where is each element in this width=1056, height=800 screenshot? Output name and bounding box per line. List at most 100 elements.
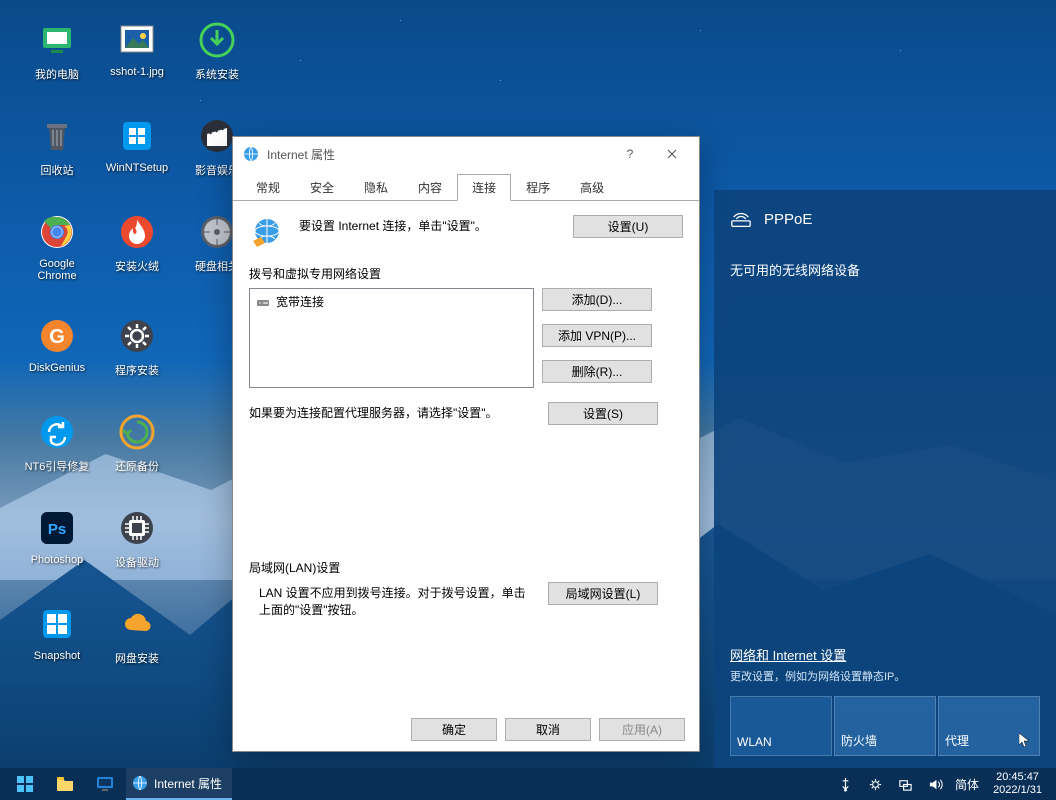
- icon-label: Photoshop: [31, 554, 84, 566]
- help-button[interactable]: ?: [609, 140, 651, 168]
- icon-label: 我的电脑: [35, 66, 79, 82]
- tab-内容[interactable]: 内容: [403, 174, 457, 201]
- add-vpn-button[interactable]: 添加 VPN(P)...: [542, 324, 652, 347]
- connection-item-label: 宽带连接: [276, 293, 324, 310]
- dialup-icon: [730, 208, 752, 230]
- icon-label: 回收站: [41, 162, 74, 178]
- cursor-icon: [1019, 733, 1031, 749]
- svg-text:Ps: Ps: [48, 521, 66, 538]
- bin-icon: [37, 116, 77, 156]
- connection-item[interactable]: 宽带连接: [252, 291, 531, 312]
- explorer-button[interactable]: [46, 768, 84, 800]
- desktop-icon-程序安装[interactable]: 程序安装: [98, 314, 176, 380]
- add-button[interactable]: 添加(D)...: [542, 288, 652, 311]
- remove-button[interactable]: 删除(R)...: [542, 360, 652, 383]
- icon-label: sshot-1.jpg: [110, 66, 164, 78]
- icon-label: 网盘安装: [115, 650, 159, 666]
- flyout-tiles: WLAN 防火墙 代理: [730, 696, 1040, 756]
- arrow-down-icon: [197, 20, 237, 60]
- folder-icon: [56, 776, 74, 792]
- desktop: 我的电脑sshot-1.jpg系统安装回收站WinNTSetup影音娱乐Goog…: [0, 0, 1056, 800]
- icon-label: NT6引导修复: [25, 458, 90, 474]
- lan-section-label: 局域网(LAN)设置: [249, 559, 683, 576]
- settings-button[interactable]: 设置(S): [548, 402, 658, 425]
- restore-icon: [117, 412, 157, 452]
- taskbar-task-internet-properties[interactable]: Internet 属性: [126, 768, 232, 800]
- cancel-button[interactable]: 取消: [505, 718, 591, 741]
- network-settings-link[interactable]: 网络和 Internet 设置: [730, 645, 1040, 664]
- pc-icon: [37, 20, 77, 60]
- desktop-icon-Snapshot[interactable]: Snapshot: [18, 602, 96, 668]
- clap-icon: [197, 116, 237, 156]
- tile-firewall[interactable]: 防火墙: [834, 696, 936, 756]
- no-wifi-text: 无可用的无线网络设备: [730, 260, 1040, 279]
- apply-button[interactable]: 应用(A): [599, 718, 685, 741]
- desktop-icon-设备驱动[interactable]: 设备驱动: [98, 506, 176, 572]
- svg-text:G: G: [49, 326, 65, 348]
- grid-icon: [37, 604, 77, 644]
- internet-icon: [132, 775, 148, 791]
- desktop-icon-还原备份[interactable]: 还原备份: [98, 410, 176, 476]
- tab-连接[interactable]: 连接: [457, 174, 511, 201]
- desktop-icon-NT6引导修复[interactable]: NT6引导修复: [18, 410, 96, 476]
- dialog-title: Internet 属性: [267, 146, 609, 163]
- proxy-text: 如果要为连接配置代理服务器，请选择"设置"。: [249, 402, 534, 421]
- img-icon: [117, 20, 157, 60]
- g-icon: G: [37, 316, 77, 356]
- ok-button[interactable]: 确定: [411, 718, 497, 741]
- desktop-icon-Google-Chrome[interactable]: GoogleChrome: [18, 210, 96, 284]
- tab-常规[interactable]: 常规: [241, 174, 295, 201]
- globe-wizard-icon: [249, 215, 285, 251]
- tray-volume-icon[interactable]: [921, 768, 949, 800]
- clock-date: 2022/1/31: [993, 784, 1042, 797]
- gear-icon: [117, 316, 157, 356]
- tile-wlan[interactable]: WLAN: [730, 696, 832, 756]
- desktop-icon-sshot-1.jpg[interactable]: sshot-1.jpg: [98, 18, 176, 84]
- clock[interactable]: 20:45:47 2022/1/31: [985, 771, 1050, 796]
- clock-time: 20:45:47: [993, 771, 1042, 784]
- flame-icon: [117, 212, 157, 252]
- network-flyout: PPPoE 无可用的无线网络设备 网络和 Internet 设置 更改设置，例如…: [714, 190, 1056, 768]
- chrome-icon: [37, 212, 77, 252]
- desktop-icon-WinNTSetup[interactable]: WinNTSetup: [98, 114, 176, 180]
- pecmd-button[interactable]: [86, 768, 124, 800]
- icon-label: 安装火绒: [115, 258, 159, 274]
- tab-安全[interactable]: 安全: [295, 174, 349, 201]
- tray-usb-icon[interactable]: [831, 768, 859, 800]
- icon-label: DiskGenius: [29, 362, 85, 374]
- icon-label: 程序安装: [115, 362, 159, 378]
- network-settings-sub: 更改设置，例如为网络设置静态IP。: [730, 668, 1040, 684]
- tile-proxy[interactable]: 代理: [938, 696, 1040, 756]
- close-button[interactable]: [651, 140, 693, 168]
- connection-name: PPPoE: [764, 211, 812, 228]
- desktop-icon-Photoshop[interactable]: Ps Photoshop: [18, 506, 96, 572]
- setup-button[interactable]: 设置(U): [573, 215, 683, 238]
- tab-隐私[interactable]: 隐私: [349, 174, 403, 201]
- desktop-icon-我的电脑[interactable]: 我的电脑: [18, 18, 96, 84]
- tab-程序[interactable]: 程序: [511, 174, 565, 201]
- task-label: Internet 属性: [154, 775, 222, 792]
- lan-settings-button[interactable]: 局域网设置(L): [548, 582, 658, 605]
- desktop-icon-回收站[interactable]: 回收站: [18, 114, 96, 180]
- dial-section-label: 拨号和虚拟专用网络设置: [249, 265, 683, 282]
- sync-icon: [37, 412, 77, 452]
- modem-icon: [256, 295, 270, 309]
- dialog-titlebar[interactable]: Internet 属性 ?: [233, 137, 699, 171]
- tray-network-icon[interactable]: [891, 768, 919, 800]
- ime-indicator[interactable]: 简体: [951, 768, 983, 800]
- tray-settings-icon[interactable]: [861, 768, 889, 800]
- start-button[interactable]: [6, 768, 44, 800]
- desktop-icon-系统安装[interactable]: 系统安装: [178, 18, 256, 84]
- desktop-icon-网盘安装[interactable]: 网盘安装: [98, 602, 176, 668]
- dial-connections-list[interactable]: 宽带连接: [249, 288, 534, 388]
- windows-icon: [16, 775, 34, 793]
- disk-icon: [197, 212, 237, 252]
- win-icon: [117, 116, 157, 156]
- tab-高级[interactable]: 高级: [565, 174, 619, 201]
- desktop-icon-DiskGenius[interactable]: G DiskGenius: [18, 314, 96, 380]
- icon-label: GoogleChrome: [37, 258, 76, 282]
- icon-label: 还原备份: [115, 458, 159, 474]
- dialog-body: 要设置 Internet 连接，单击"设置"。 设置(U) 拨号和虚拟专用网络设…: [233, 200, 699, 708]
- connection-row[interactable]: PPPoE: [730, 202, 1040, 244]
- desktop-icon-安装火绒[interactable]: 安装火绒: [98, 210, 176, 284]
